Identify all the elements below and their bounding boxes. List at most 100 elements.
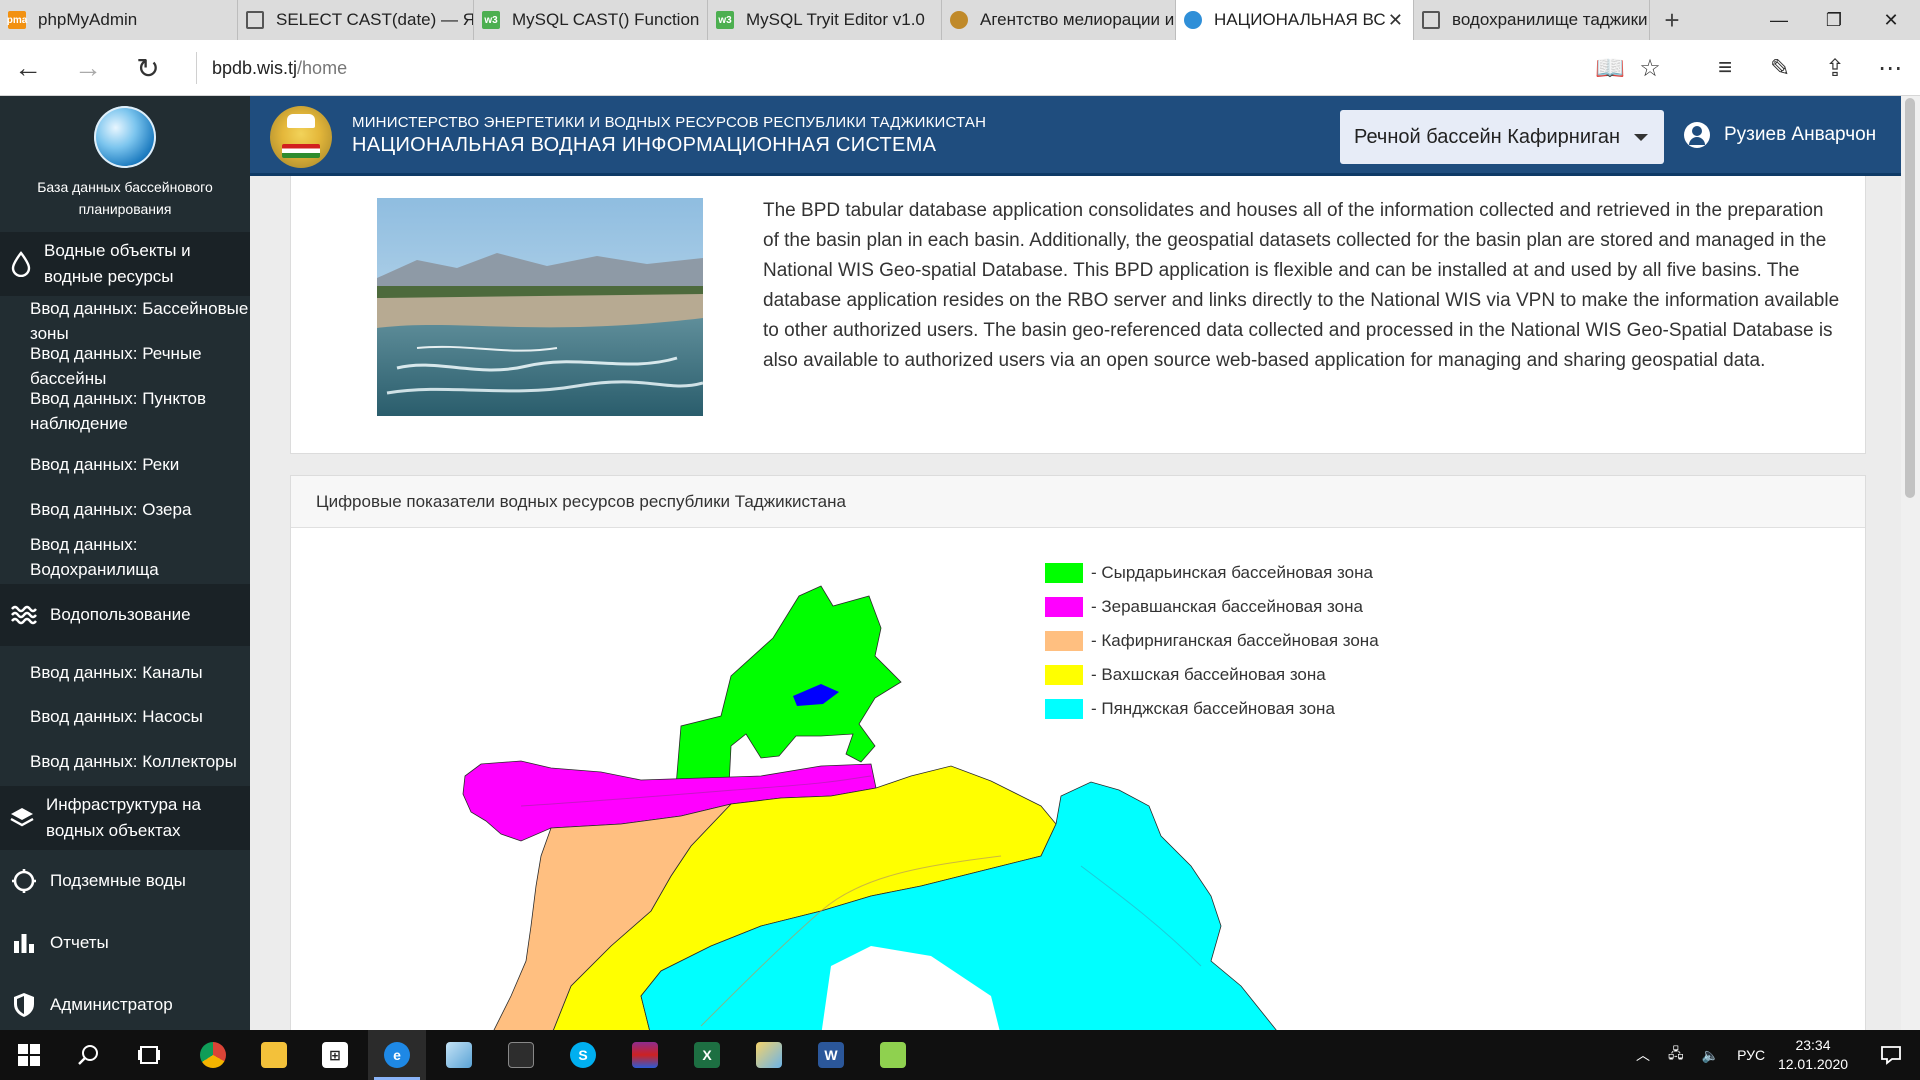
shield-icon: [10, 992, 38, 1018]
legend-swatch: [1045, 631, 1083, 651]
clock-date: 12.01.2020: [1777, 1056, 1849, 1072]
user-menu[interactable]: Рузиев Анварчон: [1684, 122, 1876, 148]
sidebar-item-river-basins[interactable]: Ввод данных: Речные бассейны: [0, 341, 250, 388]
system-title: НАЦИОНАЛЬНАЯ ВОДНАЯ ИНФОРМАЦИОННАЯ СИСТЕ…: [352, 134, 937, 156]
system-tray: ︿ 🖧 🔈 РУС: [1636, 1030, 1765, 1080]
taskbar-paint[interactable]: [740, 1030, 798, 1080]
legend-label: - Вахшская бассейновая зона: [1091, 665, 1326, 684]
taskbar-word[interactable]: W: [802, 1030, 860, 1080]
circle-icon: [10, 868, 38, 894]
taskbar-store[interactable]: ⊞: [306, 1030, 364, 1080]
sidebar-item-canals[interactable]: Ввод данных: Каналы: [0, 650, 250, 694]
intro-card: The BPD tabular database application con…: [290, 176, 1866, 454]
taskbar-explorer[interactable]: [245, 1030, 303, 1080]
web-note-icon[interactable]: ✎: [1760, 50, 1800, 86]
window-close-button[interactable]: ✕: [1862, 0, 1920, 40]
terminal-icon: [508, 1042, 534, 1068]
legend-label: - Пянджская бассейновая зона: [1091, 699, 1335, 718]
taskbar-chrome[interactable]: [184, 1030, 242, 1080]
restore-button[interactable]: ❐: [1805, 0, 1863, 40]
legend-swatch: [1045, 665, 1083, 685]
sidebar-item-collectors[interactable]: Ввод данных: Коллекторы: [0, 739, 250, 784]
notification-icon: [1881, 1046, 1901, 1065]
sidebar-item-pumps[interactable]: Ввод данных: Насосы: [0, 694, 250, 739]
taskbar-cmd[interactable]: [492, 1030, 550, 1080]
taskbar-edge[interactable]: e: [368, 1030, 426, 1080]
page-scrollbar[interactable]: [1901, 96, 1920, 1030]
windows-logo-icon: [18, 1044, 40, 1066]
notifications-button[interactable]: [1862, 1030, 1920, 1080]
sidebar-section-water-objects[interactable]: Водные объекты и водные ресурсы: [0, 232, 250, 296]
legend-item: - Вахшская бассейновая зона: [1045, 658, 1379, 692]
sidebar-item-basin-zones[interactable]: Ввод данных: Бассейновые зоны: [0, 296, 250, 343]
section-label: Администратор: [50, 995, 173, 1014]
tab-label: phpMyAdmin: [38, 10, 138, 29]
w3schools-icon: w3: [716, 11, 734, 29]
w3schools-icon: w3: [482, 11, 500, 29]
sidebar-title: База данных бассейнового планирования: [37, 179, 213, 217]
legend-item: - Зеравшанская бассейновая зона: [1045, 590, 1379, 624]
sidebar-item-reservoirs[interactable]: Ввод данных: Водохранилища: [0, 532, 250, 584]
back-button[interactable]: ←: [8, 48, 48, 88]
tab-agency[interactable]: Агентство мелиорации и: [942, 0, 1176, 40]
taskbar-winrar[interactable]: [616, 1030, 674, 1080]
sidebar-section-groundwater[interactable]: Подземные воды: [0, 850, 250, 912]
paint-icon: [756, 1042, 782, 1068]
more-menu-icon[interactable]: ⋯: [1870, 50, 1910, 86]
taskbar-skype[interactable]: S: [554, 1030, 612, 1080]
main-content: The BPD tabular database application con…: [250, 176, 1901, 1030]
tab-label: SELECT CAST(date) — Ян: [276, 10, 474, 29]
store-icon: ⊞: [322, 1042, 348, 1068]
taskbar-excel[interactable]: X: [678, 1030, 736, 1080]
hub-icon[interactable]: ≡: [1705, 50, 1745, 86]
taskbar-app-crystal[interactable]: [430, 1030, 488, 1080]
legend-label: - Зеравшанская бассейновая зона: [1091, 597, 1363, 616]
refresh-button[interactable]: ↻: [128, 48, 168, 88]
skype-icon: S: [570, 1042, 596, 1068]
tab-phpmyadmin[interactable]: pma phpMyAdmin: [0, 0, 238, 40]
browser-navbar: ← → ↻ bpdb.wis.tj/home 📖 ☆ ≡ ✎ ⇪ ⋯: [0, 40, 1920, 96]
sidebar-section-water-use[interactable]: Водопользование: [0, 584, 250, 646]
tab-select-cast[interactable]: SELECT CAST(date) — Ян: [238, 0, 474, 40]
sidebar-item-rivers[interactable]: Ввод данных: Реки: [0, 442, 250, 487]
start-button[interactable]: [0, 1030, 58, 1080]
language-indicator[interactable]: РУС: [1737, 1047, 1765, 1063]
waves-icon: [10, 604, 38, 626]
favorite-star-icon[interactable]: ☆: [1630, 50, 1670, 86]
sidebar-item-lakes[interactable]: Ввод данных: Озера: [0, 487, 250, 532]
map-legend: - Сырдарьинская бассейновая зона - Зерав…: [1045, 556, 1379, 726]
tab-national-wis[interactable]: НАЦИОНАЛЬНАЯ ВС ✕: [1176, 0, 1414, 40]
close-tab-icon[interactable]: ✕: [1388, 10, 1403, 31]
sidebar: База данных бассейнового планирования Во…: [0, 96, 250, 1030]
scrollbar-thumb[interactable]: [1905, 98, 1915, 498]
new-tab-button[interactable]: +: [1650, 0, 1694, 40]
layers-icon: [10, 806, 34, 830]
tab-reservoir[interactable]: водохранилище таджики: [1414, 0, 1650, 40]
section-label: Водопользование: [50, 605, 191, 624]
sidebar-section-infrastructure[interactable]: Инфраструктура на водных объектах: [0, 786, 250, 850]
reading-view-icon[interactable]: 📖: [1590, 50, 1630, 86]
windows-taskbar: ⊞ e S X W ︿ 🖧 🔈 РУС 23:34 12.01.2020: [0, 1030, 1920, 1080]
tab-mysql-cast[interactable]: w3 MySQL CAST() Function: [474, 0, 708, 40]
volume-icon[interactable]: 🔈: [1702, 1047, 1719, 1064]
tab-label: Агентство мелиорации и: [980, 10, 1175, 29]
basin-select[interactable]: Речной бассейн Кафирниган: [1340, 110, 1664, 164]
sidebar-item-observation-points[interactable]: Ввод данных: Пунктов наблюдение: [0, 386, 250, 442]
sidebar-section-reports[interactable]: Отчеты: [0, 912, 250, 974]
search-button[interactable]: [60, 1030, 118, 1080]
address-bar[interactable]: bpdb.wis.tj/home: [212, 58, 347, 79]
section-label: Водные объекты и водные ресурсы: [44, 241, 191, 286]
forward-button[interactable]: →: [68, 48, 108, 88]
clock[interactable]: 23:34 12.01.2020: [1768, 1036, 1858, 1074]
share-icon[interactable]: ⇪: [1815, 50, 1855, 86]
minimize-button[interactable]: —: [1750, 0, 1808, 40]
chevron-up-icon[interactable]: ︿: [1636, 1045, 1650, 1065]
section-label: Подземные воды: [50, 871, 186, 890]
taskbar-notepad[interactable]: [864, 1030, 922, 1080]
tab-mysql-tryit[interactable]: w3 MySQL Tryit Editor v1.0: [708, 0, 942, 40]
task-view-button[interactable]: [120, 1030, 178, 1080]
section-label: Инфраструктура на водных объектах: [46, 795, 201, 840]
network-icon[interactable]: 🖧: [1668, 1043, 1684, 1067]
sidebar-section-admin[interactable]: Администратор: [0, 974, 250, 1030]
tab-label: НАЦИОНАЛЬНАЯ ВС: [1214, 10, 1386, 29]
